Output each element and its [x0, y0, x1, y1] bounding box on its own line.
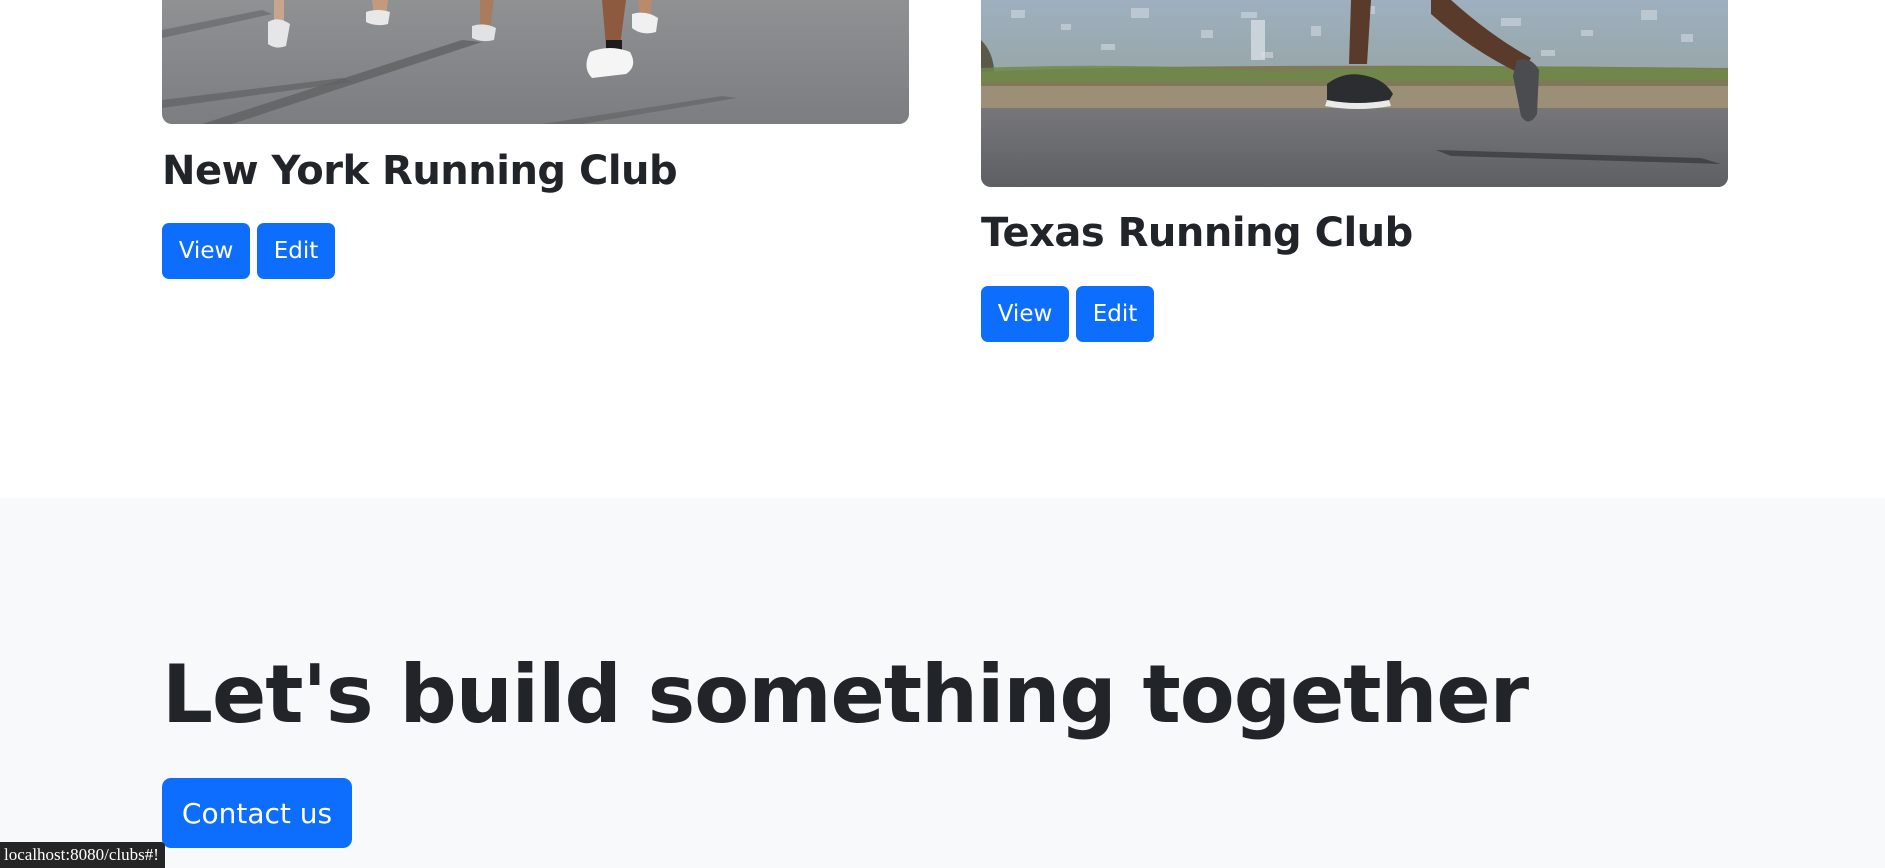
cta-heading: Let's build something together [162, 648, 1529, 741]
contact-us-button[interactable]: Contact us [162, 778, 352, 848]
view-button[interactable]: View [162, 223, 250, 279]
club-image-texas[interactable] [981, 0, 1728, 187]
club-image-new-york[interactable] [162, 0, 909, 124]
club-title: Texas Running Club [981, 210, 1413, 256]
status-bar-url: localhost:8080/clubs#! [0, 842, 165, 868]
edit-button[interactable]: Edit [257, 223, 335, 279]
club-title: New York Running Club [162, 148, 678, 194]
cta-section: Let's build something together Contact u… [0, 498, 1885, 868]
view-button[interactable]: View [981, 286, 1069, 342]
edit-button[interactable]: Edit [1076, 286, 1154, 342]
page: New York Running Club View Edit Texas Ru… [0, 0, 1885, 868]
